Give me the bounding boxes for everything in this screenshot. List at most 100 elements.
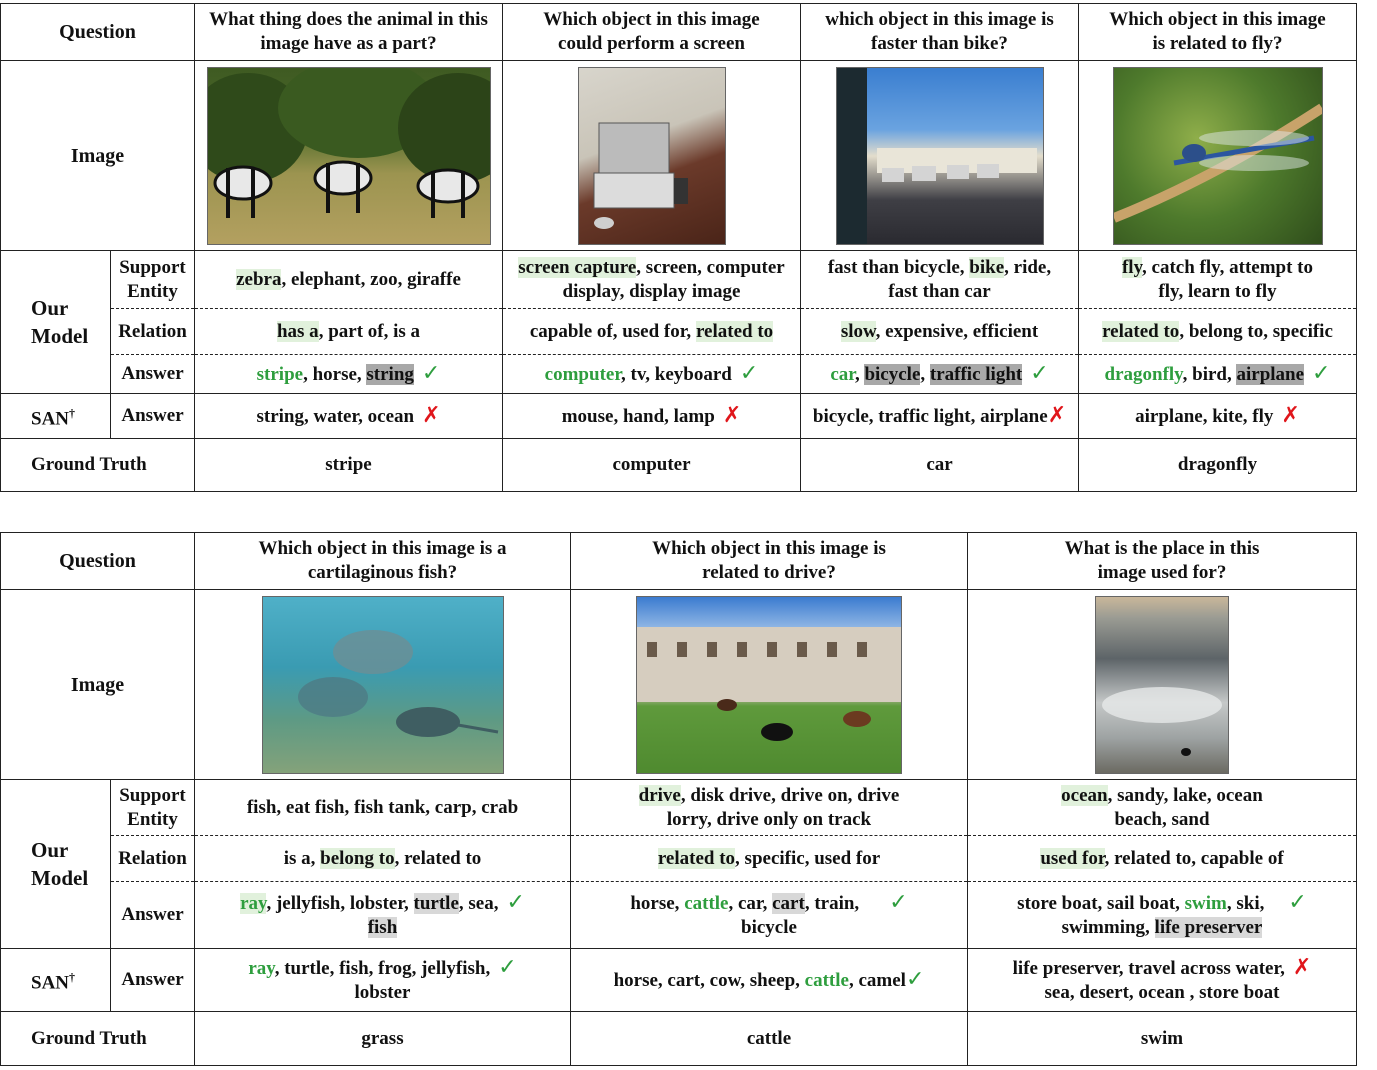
support-entity-cell: ocean, sandy, lake, ocean beach, sand	[967, 779, 1357, 836]
correct-answer: ray	[240, 892, 267, 914]
highlighted-relation: related to	[657, 847, 736, 869]
support-entity-cell: drive, disk drive, drive on, drive lorry,…	[570, 779, 968, 836]
san-answer-text: horse, cart, cow, sheep,	[613, 969, 805, 991]
question-line: Which object in this image	[1109, 9, 1326, 30]
answer-text: ,	[920, 363, 930, 385]
image-cell	[502, 60, 801, 251]
attended-answer: string	[366, 363, 414, 385]
row-label-image: Image	[0, 589, 195, 780]
san-answer-text: mouse, hand, lamp	[561, 405, 715, 427]
street-illustration	[836, 67, 1037, 244]
relation-text: is a,	[283, 847, 321, 869]
cattle-building-photo	[636, 595, 902, 774]
relation-cell: slow, expensive, efficient	[800, 308, 1079, 355]
answer-text: swimming,	[1061, 916, 1155, 938]
correct-answer: car	[830, 363, 855, 385]
highlighted-entity: ocean	[1061, 784, 1108, 806]
san-answer-cell: string, water, ocean ✗	[194, 393, 503, 439]
ground-truth-cell: stripe	[194, 438, 503, 492]
highlighted-relation: has a	[276, 320, 319, 342]
san-label: SAN	[31, 972, 70, 994]
relation-text: capable of, used for,	[529, 320, 696, 342]
row-label-san: SAN†	[0, 393, 111, 439]
our-model-line: Our	[31, 296, 69, 320]
row-label-relation: Relation	[110, 308, 195, 355]
image-cell	[800, 60, 1079, 251]
our-model-label: Our Model	[0, 250, 111, 394]
highlighted-relation: used for	[1040, 847, 1105, 869]
results-table-1: Question What thing does the animal in t…	[0, 3, 1357, 492]
entity-text: , ride,	[1004, 256, 1052, 278]
san-answer-text: bicycle, traffic light, airplane	[812, 405, 1048, 427]
entity-text: fast than car	[888, 280, 991, 302]
our-model-label: Our Model	[0, 779, 111, 949]
ground-truth-cell: car	[800, 438, 1079, 492]
zebra-photo	[206, 66, 491, 245]
question-line: which object in this image is	[825, 9, 1054, 30]
question-line: Which object in this image	[543, 9, 760, 30]
question-line: faster than bike?	[871, 33, 1008, 54]
highlighted-entity: fly	[1121, 256, 1143, 278]
question-line: cartilaginous fish?	[307, 562, 458, 583]
san-answer-text: , turtle, fish, frog, jellyfish,	[274, 957, 491, 979]
relation-text: , related to, capable of	[1104, 847, 1284, 869]
results-table-2: Question Which object in this image is a…	[0, 532, 1357, 1066]
cattle-illustration	[637, 626, 901, 741]
support-line: Support	[119, 256, 186, 278]
entity-text: , disk drive, drive on, drive	[680, 784, 900, 806]
relation-text: , related to	[394, 847, 482, 869]
ground-truth-cell: grass	[194, 1011, 571, 1066]
row-label-question: Question	[0, 3, 195, 61]
highlighted-entity: drive	[638, 784, 681, 806]
question-line: What thing does the animal in this	[209, 9, 488, 30]
san-answer-text: sea, desert, ocean , store boat	[1044, 981, 1280, 1003]
support-entity-cell: fast than bicycle, bike, ride, fast than …	[800, 250, 1079, 309]
our-model-line: Our	[31, 838, 69, 862]
row-label-ground-truth: Ground Truth	[0, 438, 195, 492]
question-line: related to drive?	[702, 562, 836, 583]
dragonfly-photo	[1112, 66, 1323, 245]
underwater-rays-photo	[261, 595, 504, 774]
ground-truth-cell: dragonfly	[1078, 438, 1357, 492]
answer-cell: horse, cattle, car, cart, train, ✓ bicycle	[570, 881, 968, 949]
answer-text: horse,	[630, 892, 685, 914]
answer-text: , jellyfish, lobster,	[266, 892, 414, 914]
san-answer-text: lobster	[354, 981, 411, 1003]
waves-illustration	[1102, 686, 1222, 756]
entity-text: , sandy, lake, ocean	[1107, 784, 1263, 806]
attended-answer: fish	[367, 916, 398, 938]
correct-answer: swim	[1184, 892, 1227, 914]
row-label-san-answer: Answer	[110, 948, 195, 1012]
zebra-illustration	[207, 67, 490, 218]
dragonfly-illustration	[1113, 103, 1322, 223]
laptop-illustration	[593, 122, 688, 229]
highlighted-entity: zebra	[236, 268, 282, 290]
relation-text: , specific, used for	[735, 847, 881, 869]
question-cell: What thing does the animal in this image …	[194, 3, 503, 61]
question-cell: What is the place in this image used for?	[967, 532, 1357, 590]
relation-text: , part of, is a	[318, 320, 421, 342]
answer-text: store boat, sail boat,	[1017, 892, 1185, 914]
entity-text: , screen, computer	[636, 256, 785, 278]
answer-cell: ray, jellyfish, lobster, turtle, sea, ✓ fi…	[194, 881, 571, 949]
san-answer-text: , camel	[848, 969, 906, 991]
cross-icon: ✗	[1292, 954, 1312, 980]
cross-icon: ✗	[1047, 402, 1067, 428]
relation-cell: capable of, used for, related to	[502, 308, 801, 355]
highlighted-entity: bike	[969, 256, 1005, 278]
relation-cell: related to, belong to, specific	[1078, 308, 1357, 355]
san-answer-text: airplane, kite, fly	[1135, 405, 1274, 427]
relation-cell: related to, specific, used for	[570, 835, 968, 882]
ocean-waves-photo	[1095, 595, 1229, 774]
support-entity-cell: screen capture, screen, computer display,…	[502, 250, 801, 309]
correct-answer: stripe	[256, 363, 304, 385]
question-line: Which object in this image is	[652, 538, 886, 559]
entity-text: fast than bicycle,	[827, 256, 970, 278]
san-label: SAN	[31, 408, 70, 430]
ground-truth-cell: computer	[502, 438, 801, 492]
image-cell	[1078, 60, 1357, 251]
dagger-mark: †	[69, 969, 76, 984]
answer-cell: dragonfly, bird, airplane ✓	[1078, 354, 1357, 394]
check-icon: ✓	[739, 360, 759, 386]
answer-text: , ski,	[1226, 892, 1265, 914]
